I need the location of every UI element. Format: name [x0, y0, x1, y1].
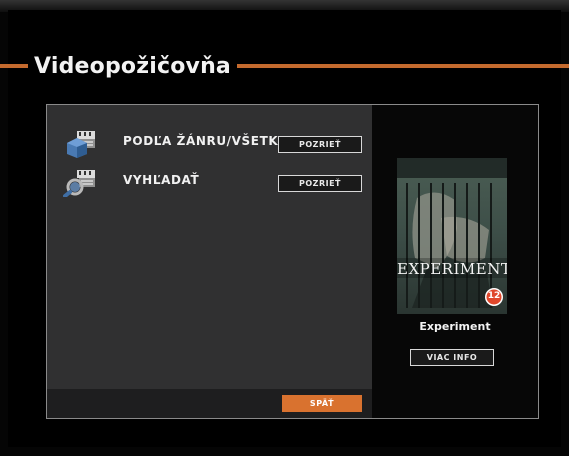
menu-item-genre-label: PODĽA ŽÁNRU/VŠETKO — [123, 134, 289, 148]
view-search-button[interactable]: POZRIEŤ — [278, 175, 362, 192]
film-genre-icon — [63, 128, 101, 158]
poster-title: EXPERIMENT — [397, 260, 507, 278]
menu-panel: PODĽA ŽÁNRU/VŠETKO POZRIEŤ VYHĽADAŤ POZR… — [47, 105, 372, 418]
page-title: Videopožičovňa — [28, 52, 237, 82]
age-rating-badge: 12 — [487, 291, 501, 301]
menu-item-search-label: VYHĽADAŤ — [123, 173, 200, 187]
more-info-button[interactable]: VIAC INFO — [410, 349, 494, 366]
movie-title: Experiment — [419, 320, 491, 333]
movie-poster[interactable]: EXPERIMENT 12 — [397, 158, 507, 314]
menu-item-search[interactable]: VYHĽADAŤ POZRIEŤ — [47, 167, 372, 198]
film-search-icon — [63, 167, 101, 198]
menu-item-genre[interactable]: PODĽA ŽÁNRU/VŠETKO POZRIEŤ — [47, 128, 372, 158]
back-button[interactable]: SPÄŤ — [282, 395, 362, 412]
preview-panel: EXPERIMENT 12 Experiment VIAC INFO — [372, 105, 538, 418]
view-genre-button[interactable]: POZRIEŤ — [278, 136, 362, 153]
main-panel: PODĽA ŽÁNRU/VŠETKO POZRIEŤ VYHĽADAŤ POZR… — [46, 104, 539, 419]
